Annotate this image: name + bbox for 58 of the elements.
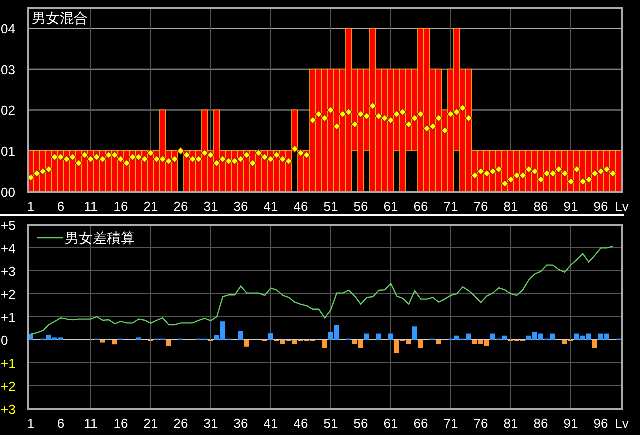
axis-label: 66 xyxy=(414,416,428,431)
axis-label: 41 xyxy=(264,416,278,431)
axis-label: +3 xyxy=(1,264,16,279)
axis-label: 6 xyxy=(57,416,65,431)
axis-label: 31 xyxy=(204,199,218,214)
axis-label: +3 xyxy=(1,402,16,417)
axis-label: 04 xyxy=(1,21,16,36)
axis-label: 46 xyxy=(294,199,308,214)
axis-label: 01 xyxy=(1,144,16,160)
axis-label: +1 xyxy=(1,310,16,325)
axis-label: +2 xyxy=(1,287,16,302)
axis-label: 11 xyxy=(84,199,98,214)
legend-label: 男女差積算 xyxy=(65,230,135,246)
axis-label: 46 xyxy=(294,416,308,431)
axis-label: +2 xyxy=(1,379,16,394)
axis-label: 96 xyxy=(594,416,608,431)
axis-label: 51 xyxy=(324,416,338,431)
axis-label: 71 xyxy=(444,416,458,431)
axis-label: 21 xyxy=(144,199,158,214)
axis-label: 71 xyxy=(444,199,458,214)
axis-label: 76 xyxy=(474,416,488,431)
axis-label: 56 xyxy=(354,416,368,431)
axis-label: 51 xyxy=(324,199,338,214)
axis-label: 02 xyxy=(1,103,16,118)
axis-label: 11 xyxy=(84,416,98,431)
axis-label: 26 xyxy=(174,416,188,431)
axis-label: +5 xyxy=(1,218,16,233)
axis-label: 03 xyxy=(1,62,16,78)
axis-label: 1 xyxy=(27,416,35,431)
axis-label: 1 xyxy=(27,199,35,214)
axis-label: 41 xyxy=(264,199,278,214)
chart-title: 男女混合 xyxy=(32,10,88,26)
axis-label: 76 xyxy=(474,199,488,214)
axis-label: 61 xyxy=(384,199,398,214)
axis-label: 96 xyxy=(594,199,608,214)
axis-label: 16 xyxy=(114,416,128,431)
axis-label: +1 xyxy=(1,356,16,371)
axis-label: 6 xyxy=(57,199,65,214)
axis-title: Lv xyxy=(615,199,629,214)
axis-label: 00 xyxy=(1,185,16,200)
axis-label: 56 xyxy=(354,199,368,214)
axis-label: +4 xyxy=(1,241,16,256)
axis-label: 0 xyxy=(1,333,8,348)
axis-label: 86 xyxy=(534,199,548,214)
axis-label: 26 xyxy=(174,199,188,214)
axis-label: 81 xyxy=(504,199,518,214)
axis-label: 31 xyxy=(204,416,218,431)
axis-label: 21 xyxy=(144,416,158,431)
axis-label: 66 xyxy=(414,199,428,214)
axis-label: 91 xyxy=(564,416,578,431)
axis-label: 36 xyxy=(234,416,248,431)
axis-label: 16 xyxy=(114,199,128,214)
axis-label: 91 xyxy=(564,199,578,214)
axis-label: 86 xyxy=(534,416,548,431)
axis-label: 81 xyxy=(504,416,518,431)
axis-title: Lv xyxy=(615,416,629,431)
axis-label: 36 xyxy=(234,199,248,214)
axis-label: 61 xyxy=(384,416,398,431)
